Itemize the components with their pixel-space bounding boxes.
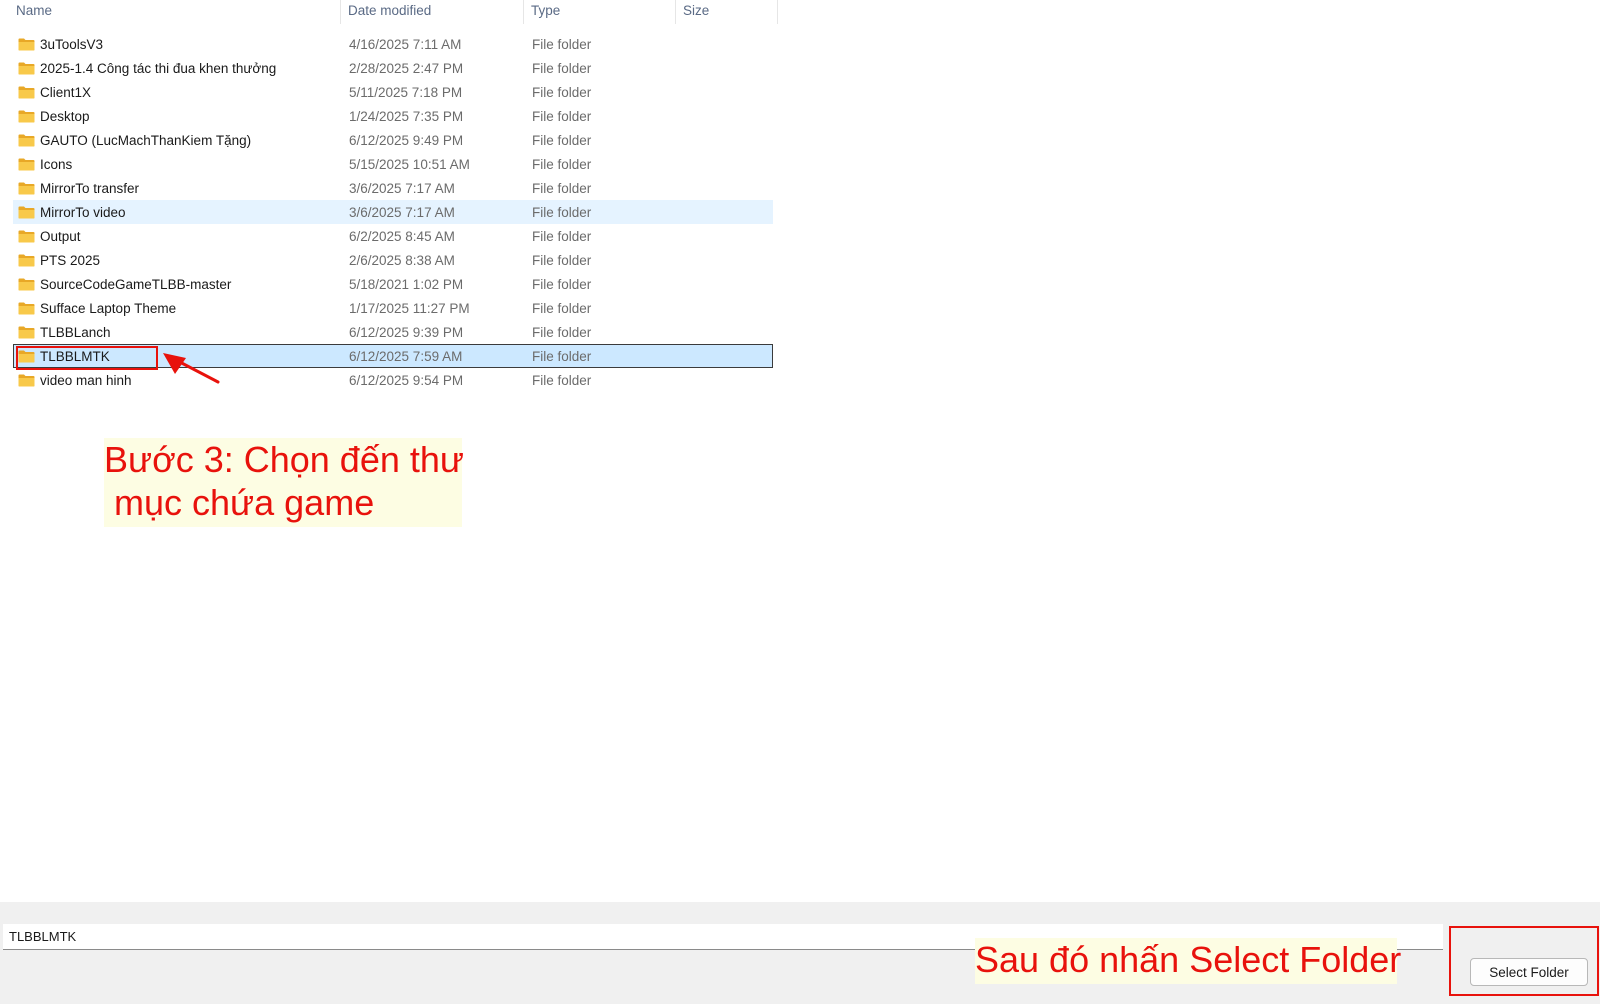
file-name: PTS 2025 — [40, 253, 101, 268]
folder-icon — [18, 326, 35, 339]
file-type: File folder — [532, 157, 592, 172]
folder-icon — [18, 374, 35, 387]
file-type: File folder — [532, 349, 592, 364]
file-type: File folder — [532, 229, 592, 244]
annotation-select-folder: Sau đó nhấn Select Folder — [975, 938, 1401, 984]
folder-icon — [18, 182, 35, 195]
file-date-modified: 6/12/2025 9:54 PM — [349, 373, 464, 388]
folder-icon — [18, 38, 35, 51]
file-name: SourceCodeGameTLBB-master — [40, 277, 232, 292]
highlight-box-selected-folder — [16, 346, 158, 370]
file-name: Output — [40, 229, 81, 244]
file-date-modified: 5/18/2021 1:02 PM — [349, 277, 464, 292]
folder-icon — [18, 254, 35, 267]
file-name: Icons — [40, 157, 73, 172]
column-separator[interactable] — [777, 0, 778, 24]
file-row[interactable]: SourceCodeGameTLBB-master 5/18/2021 1:02 … — [13, 272, 773, 296]
folder-icon — [18, 86, 35, 99]
column-type[interactable]: Type — [531, 0, 560, 22]
file-name: Sufface Laptop Theme — [40, 301, 177, 316]
file-row[interactable]: Client1X 5/11/2025 7:18 PM File folder — [13, 80, 773, 104]
file-date-modified: 5/11/2025 7:18 PM — [349, 85, 463, 100]
file-row[interactable]: MirrorTo transfer 3/6/2025 7:17 AM File fo… — [13, 176, 773, 200]
file-type: File folder — [532, 277, 592, 292]
file-date-modified: 4/16/2025 7:11 AM — [349, 37, 462, 52]
folder-icon — [18, 206, 35, 219]
file-date-modified: 2/28/2025 2:47 PM — [349, 61, 464, 76]
file-name: 2025-1.4 Công tác thi đua khen thưởng — [40, 61, 277, 76]
folder-icon — [18, 302, 35, 315]
folder-icon — [18, 278, 35, 291]
folder-icon — [18, 158, 35, 171]
file-name: 3uToolsV3 — [40, 37, 104, 52]
file-name: GAUTO (LucMachThanKiem Tặng) — [40, 133, 252, 148]
file-type: File folder — [532, 205, 592, 220]
file-type: File folder — [532, 133, 592, 148]
red-arrow-icon — [163, 353, 220, 384]
file-row[interactable]: MirrorTo video 3/6/2025 7:17 AM File folde… — [13, 200, 773, 224]
file-date-modified: 3/6/2025 7:17 AM — [349, 205, 455, 220]
file-row[interactable]: 3uToolsV3 4/16/2025 7:11 AM File folder — [13, 32, 773, 56]
file-name: MirrorTo video — [40, 205, 126, 220]
file-type: File folder — [532, 325, 592, 340]
file-date-modified: 1/17/2025 11:27 PM — [349, 301, 470, 316]
column-date-modified[interactable]: Date modified — [348, 0, 431, 22]
file-row[interactable]: Output 6/2/2025 8:45 AM File folder — [13, 224, 773, 248]
file-type: File folder — [532, 61, 592, 76]
file-row[interactable]: video man hinh 6/12/2025 9:54 PM File fold… — [13, 368, 773, 392]
file-type: File folder — [532, 37, 592, 52]
annotation-step3: Bước 3: Chọn đến thư mục chứa game — [104, 438, 464, 527]
column-header: Name Date modified Type Size — [0, 0, 778, 24]
file-row[interactable]: PTS 2025 2/6/2025 8:38 AM File folder — [13, 248, 773, 272]
file-date-modified: 5/15/2025 10:51 AM — [349, 157, 470, 172]
file-date-modified: 6/12/2025 9:49 PM — [349, 133, 464, 148]
file-row[interactable]: GAUTO (LucMachThanKiem Tặng) 6/12/2025 9:… — [13, 128, 773, 152]
file-name: Client1X — [40, 85, 92, 100]
file-type: File folder — [532, 301, 592, 316]
column-separator[interactable] — [340, 0, 341, 24]
column-name[interactable]: Name — [16, 0, 52, 22]
file-row[interactable]: 2025-1.4 Công tác thi đua khen thưởng 2/2… — [13, 56, 773, 80]
file-row[interactable]: Sufface Laptop Theme 1/17/2025 11:27 PM Fi… — [13, 296, 773, 320]
file-list: 3uToolsV3 4/16/2025 7:11 AM File folder 202… — [13, 32, 773, 392]
file-date-modified: 6/2/2025 8:45 AM — [349, 229, 455, 244]
file-type: File folder — [532, 85, 592, 100]
file-date-modified: 1/24/2025 7:35 PM — [349, 109, 464, 124]
file-name: TLBBLanch — [40, 325, 111, 340]
file-row[interactable]: TLBBLanch 6/12/2025 9:39 PM File folder — [13, 320, 773, 344]
column-separator[interactable] — [523, 0, 524, 24]
file-date-modified: 2/6/2025 8:38 AM — [349, 253, 455, 268]
file-date-modified: 3/6/2025 7:17 AM — [349, 181, 455, 196]
file-row[interactable]: Icons 5/15/2025 10:51 AM File folder — [13, 152, 773, 176]
file-row[interactable]: Desktop 1/24/2025 7:35 PM File folder — [13, 104, 773, 128]
file-type: File folder — [532, 253, 592, 268]
file-type: File folder — [532, 181, 592, 196]
highlight-box-select-button — [1449, 926, 1599, 996]
file-name: Desktop — [40, 109, 90, 124]
file-date-modified: 6/12/2025 7:59 AM — [349, 349, 463, 364]
folder-icon — [18, 110, 35, 123]
file-type: File folder — [532, 373, 592, 388]
file-type: File folder — [532, 109, 592, 124]
column-separator[interactable] — [675, 0, 676, 24]
file-date-modified: 6/12/2025 9:39 PM — [349, 325, 464, 340]
folder-icon — [18, 62, 35, 75]
column-size[interactable]: Size — [683, 0, 709, 22]
file-name: MirrorTo transfer — [40, 181, 140, 196]
file-name: video man hinh — [40, 373, 132, 388]
folder-icon — [18, 134, 35, 147]
folder-icon — [18, 230, 35, 243]
